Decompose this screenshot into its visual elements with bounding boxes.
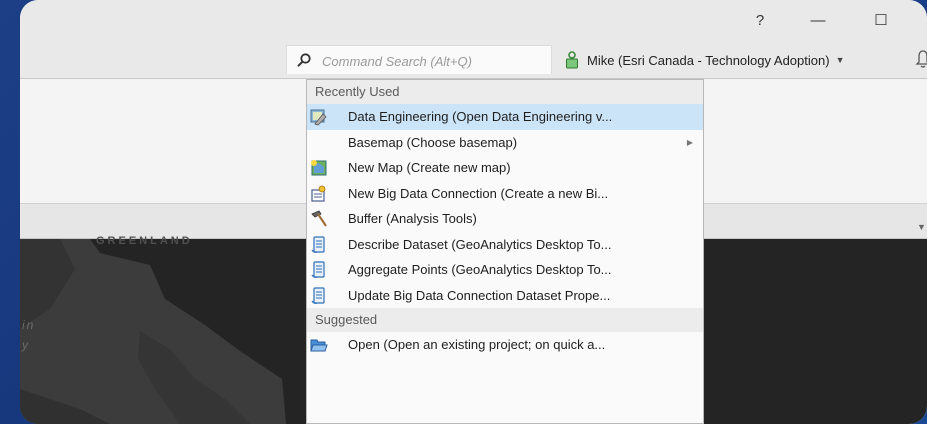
result-item-label: Describe Dataset (GeoAnalytics Desktop T… xyxy=(348,236,612,252)
script-icon xyxy=(311,235,325,253)
map-label-line: in xyxy=(22,318,36,332)
help-button[interactable]: ? xyxy=(740,6,780,34)
application-window: ? — ☐ Mike (Esri Canada - Technology Ado… xyxy=(20,0,927,424)
chevron-right-icon: ▶ xyxy=(686,137,693,147)
chevron-down-icon[interactable]: ▼ xyxy=(917,222,926,232)
new-map-icon xyxy=(311,160,327,176)
chevron-down-icon: ▼ xyxy=(835,55,845,65)
result-item-data-engineering[interactable]: Data Engineering (Open Data Engineering … xyxy=(307,104,703,130)
result-item-describe-dataset[interactable]: Describe Dataset (GeoAnalytics Desktop T… xyxy=(307,232,703,258)
command-search-results: Recently Used Data Engineering (Open Dat… xyxy=(306,79,704,424)
result-item-label: New Big Data Connection (Create a new Bi… xyxy=(348,185,609,201)
search-icon xyxy=(297,53,311,67)
folder-open-icon xyxy=(310,339,328,352)
user-name: Mike (Esri Canada - Technology Adoption) xyxy=(587,52,830,68)
maximize-button[interactable]: ☐ xyxy=(861,6,901,34)
result-item-new-big-data-connection[interactable]: New Big Data Connection (Create a new Bi… xyxy=(307,181,703,207)
section-header-recently-used: Recently Used xyxy=(307,80,703,104)
result-item-label: Buffer (Analysis Tools) xyxy=(348,211,477,226)
map-label: GREENLAND xyxy=(96,235,193,247)
big-data-connection-icon xyxy=(311,185,326,202)
result-item-update-big-data-connection[interactable]: Update Big Data Connection Dataset Prope… xyxy=(307,283,703,309)
result-item-aggregate-points[interactable]: Aggregate Points (GeoAnalytics Desktop T… xyxy=(307,257,703,283)
map-label-line: y xyxy=(22,338,30,352)
command-search-box[interactable] xyxy=(286,45,552,74)
script-icon xyxy=(311,286,325,304)
result-item-open-project[interactable]: Open (Open an existing project; on quick… xyxy=(307,332,703,358)
result-item-label: Update Big Data Connection Dataset Prope… xyxy=(348,287,611,303)
result-item-label: Open (Open an existing project; on quick… xyxy=(348,337,606,352)
hammer-icon xyxy=(311,210,327,227)
section-header-suggested: Suggested xyxy=(307,308,703,332)
map-label: in y xyxy=(22,315,35,355)
script-icon xyxy=(311,261,325,278)
bell-icon[interactable] xyxy=(915,48,927,70)
result-item-label: Data Engineering (Open Data Engineering … xyxy=(348,109,613,124)
result-item-label: New Map (Create new map) xyxy=(348,160,511,175)
data-engineering-icon xyxy=(310,109,327,126)
title-bar: ? — ☐ Mike (Esri Canada - Technology Ado… xyxy=(20,0,927,79)
user-icon xyxy=(566,51,578,69)
result-item-buffer[interactable]: Buffer (Analysis Tools) xyxy=(307,206,703,232)
result-item-basemap[interactable]: Basemap (Choose basemap) ▶ xyxy=(307,130,703,156)
result-item-label: Aggregate Points (GeoAnalytics Desktop T… xyxy=(348,262,612,277)
result-item-new-map[interactable]: New Map (Create new map) xyxy=(307,155,703,181)
command-search-input[interactable] xyxy=(320,50,544,72)
result-item-label: Basemap (Choose basemap) xyxy=(348,134,518,150)
user-account-menu[interactable]: Mike (Esri Canada - Technology Adoption)… xyxy=(565,50,844,70)
minimize-button[interactable]: — xyxy=(798,6,838,34)
